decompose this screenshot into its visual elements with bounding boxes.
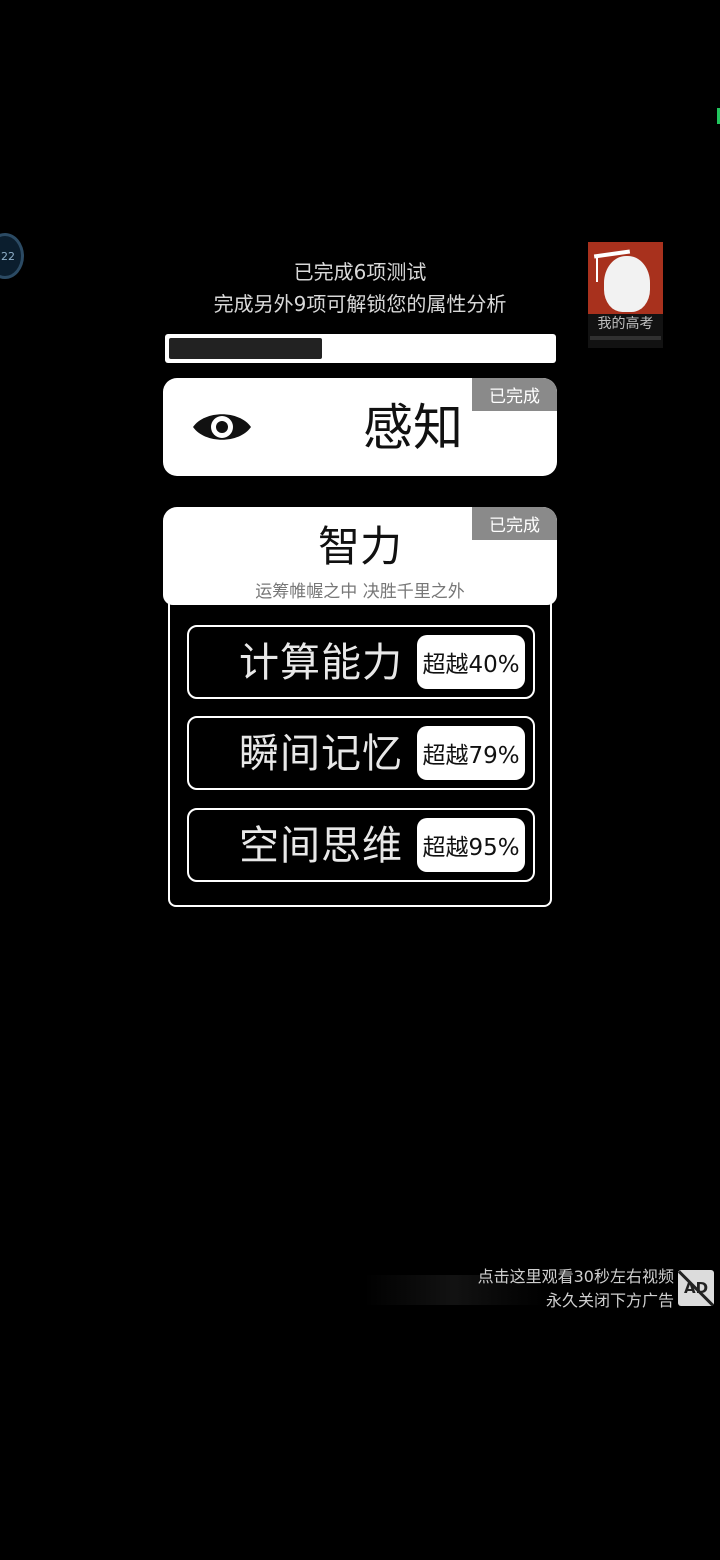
skill-row-instant-memory[interactable]: 瞬间记忆 超越79% [187, 716, 535, 790]
intelligence-card[interactable]: 智力 运筹帷幄之中 决胜千里之外 已完成 [163, 507, 557, 605]
skill-row-spatial-thinking[interactable]: 空间思维 超越95% [187, 808, 535, 882]
skill-name: 瞬间记忆 [239, 731, 403, 777]
grad-tassel [596, 256, 598, 282]
no-ads-icon[interactable]: AD [678, 1270, 714, 1306]
skill-score-badge: 超越79% [417, 726, 525, 780]
unlock-hint-text: 完成另外9项可解锁您的属性分析 [213, 292, 507, 316]
completed-badge: 已完成 [472, 507, 557, 540]
ad-thumbnail-caption [590, 336, 661, 340]
intelligence-skills-panel: 计算能力 超越40% 瞬间记忆 超越79% 空间思维 超越95% [168, 603, 552, 907]
skill-row-calculation[interactable]: 计算能力 超越40% [187, 625, 535, 699]
progress-bar [165, 334, 556, 363]
eye-icon [193, 414, 251, 440]
skill-score-badge: 超越95% [417, 818, 525, 872]
screen: 22 已完成6项测试 完成另外9项可解锁您的属性分析 我的高考 感知 已完成 智… [0, 0, 720, 1560]
floating-badge[interactable]: 22 [0, 233, 24, 279]
floating-badge-label: 22 [1, 249, 15, 263]
ad-thumbnail-image [588, 242, 663, 314]
ad-thumbnail-title: 我的高考 [597, 316, 654, 332]
skill-score-badge: 超越40% [417, 635, 525, 689]
graduate-head-icon [604, 256, 650, 312]
watch-video-remove-ads-link[interactable]: 点击这里观看30秒左右视频 永久关闭下方广告 [364, 1265, 674, 1313]
progress-bar-fill [169, 338, 323, 359]
skill-name: 空间思维 [239, 823, 403, 869]
ad-notice-line2: 永久关闭下方广告 [545, 1291, 674, 1310]
ad-notice-line1: 点击这里观看30秒左右视频 [477, 1267, 674, 1286]
completed-count-text: 已完成6项测试 [293, 260, 427, 284]
ad-thumbnail[interactable]: 我的高考 [588, 242, 663, 348]
intelligence-subtitle: 运筹帷幄之中 决胜千里之外 [255, 582, 465, 602]
completed-badge: 已完成 [472, 378, 557, 411]
skill-name: 计算能力 [239, 640, 403, 686]
progress-header: 已完成6项测试 完成另外9项可解锁您的属性分析 [160, 258, 560, 320]
perception-card[interactable]: 感知 已完成 [163, 378, 557, 476]
